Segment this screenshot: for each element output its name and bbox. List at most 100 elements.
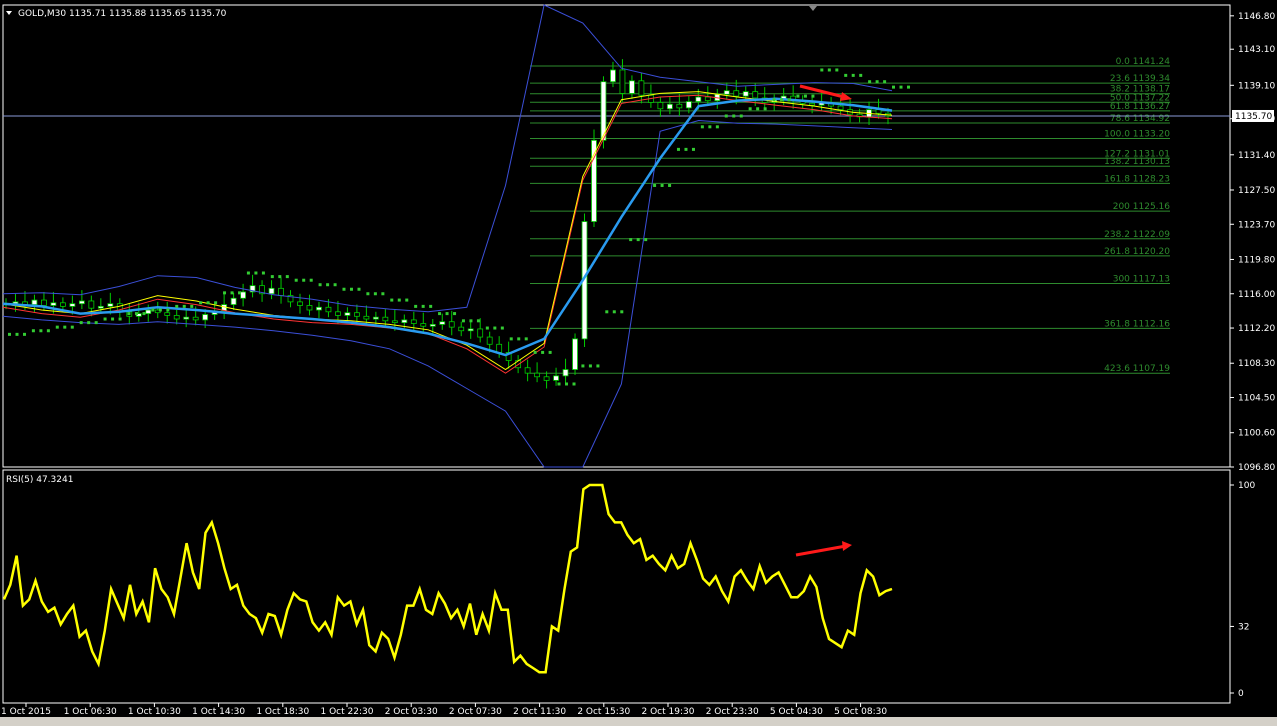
candle-body (657, 102, 664, 110)
candle-body (809, 102, 816, 106)
candle-body (382, 316, 389, 322)
candle-body (306, 305, 313, 311)
candle-body (477, 328, 484, 338)
y-tick-label: 1131.40 (1238, 151, 1275, 161)
collapse-triangle-icon (6, 11, 12, 15)
candle-body (325, 306, 332, 313)
sar-dot (461, 319, 465, 323)
fibo-level-label: 200 1125.16 (1113, 202, 1171, 212)
candle-body (534, 372, 540, 378)
x-tick-label: 1 Oct 18:30 (256, 707, 309, 717)
annotation-arrow-main (799, 84, 849, 100)
sar-dot (588, 364, 592, 368)
y-tick-label: 1123.70 (1238, 220, 1275, 230)
candle-body (391, 320, 398, 324)
sar-dot (134, 312, 138, 316)
fibo-level-label: 423.6 1107.19 (1104, 364, 1170, 374)
sar-dot (596, 364, 600, 368)
fibo-level-label: 138.2 1130.13 (1104, 157, 1170, 167)
candle-body (723, 90, 730, 95)
y-tick-label: 1127.50 (1238, 186, 1275, 196)
fibo-level-label: 23.6 1139.34 (1110, 74, 1170, 84)
sar-dot (763, 107, 767, 111)
x-tick-label: 2 Oct 11:30 (513, 707, 566, 717)
y-tick-label: 1146.80 (1238, 12, 1275, 22)
sar-dot (118, 317, 122, 321)
candle-body (41, 299, 47, 306)
sar-dot (772, 98, 776, 102)
sar-dot (724, 114, 728, 118)
sar-dot (453, 312, 457, 316)
fibo-level-label: 161.8 1128.23 (1104, 174, 1170, 184)
sar-dot (175, 304, 179, 308)
sar-dot (541, 350, 545, 354)
candle-body (685, 101, 692, 109)
candle-body (401, 319, 408, 324)
sar-dot (309, 278, 313, 282)
y-tick-label: 1096.80 (1238, 463, 1275, 473)
sar-dot (349, 287, 353, 291)
sar-dot (660, 183, 664, 187)
candle-body (837, 105, 844, 111)
sar-dot (629, 238, 633, 242)
rsi-line (2, 483, 893, 674)
sar-dot (811, 94, 815, 98)
candle-body (610, 69, 616, 83)
sar-dot (199, 301, 203, 305)
candle-body (543, 376, 550, 381)
symbol-header: GOLD,M30 1135.71 1135.88 1135.65 1135.70 (18, 9, 227, 19)
y-tick-label: 1139.10 (1238, 81, 1275, 91)
y-tick-label: 1116.00 (1238, 290, 1275, 300)
candle-body (572, 338, 578, 370)
candle-body (448, 321, 455, 328)
sar-dot (533, 350, 537, 354)
x-tick-label: 1 Oct 06:30 (64, 707, 117, 717)
candle-body (676, 103, 683, 109)
candle-body (69, 303, 76, 307)
sar-dot (612, 310, 616, 314)
sar-dot (644, 238, 648, 242)
sar-dot (524, 337, 528, 341)
x-tick-label: 2 Oct 03:30 (385, 707, 438, 717)
fibo-level-label: 238.2 1122.09 (1104, 230, 1170, 240)
sar-dot (756, 107, 760, 111)
candle-body (410, 319, 417, 324)
candle-body (666, 103, 673, 110)
chart-canvas[interactable]: GOLD,M30 1135.71 1135.88 1135.65 1135.70… (0, 0, 1277, 726)
sar-dot (190, 304, 194, 308)
candle-body (429, 324, 436, 327)
sar-dot (732, 114, 736, 118)
candle-body (704, 96, 711, 102)
sar-dot (565, 382, 569, 386)
sar-dot (381, 292, 385, 296)
fibo-level-label: 261.8 1120.20 (1104, 247, 1170, 257)
candle-body (524, 367, 531, 374)
candle-body (50, 302, 57, 306)
y-tick-label: 1100.60 (1238, 429, 1275, 439)
sar-dot (158, 308, 162, 312)
sar-dot (715, 125, 719, 129)
y-tick-label: 1119.80 (1238, 255, 1275, 265)
sar-dot (31, 329, 35, 333)
sar-dot (261, 271, 265, 275)
chart-tab-bar[interactable] (0, 717, 1277, 726)
sar-dot (94, 321, 98, 325)
y-tick-label: 1143.10 (1238, 45, 1275, 55)
candle-body (372, 316, 379, 320)
sar-dot (572, 382, 576, 386)
sar-dot (223, 291, 227, 295)
sar-dot (87, 321, 91, 325)
sar-dot (429, 304, 433, 308)
candle-body (629, 80, 635, 94)
candle-body (553, 375, 559, 381)
x-tick-label: 1 Oct 10:30 (128, 707, 181, 717)
sar-dot (182, 304, 186, 308)
y-tick-label: 1108.30 (1238, 359, 1275, 369)
fibo-level-label: 100.0 1133.20 (1104, 130, 1170, 140)
sar-dot (739, 114, 743, 118)
sar-dot (892, 85, 895, 89)
sar-dot (844, 73, 848, 77)
current-price-label: 1135.70 (1235, 112, 1272, 122)
sar-dot (15, 332, 19, 336)
sar-dot (476, 319, 480, 323)
